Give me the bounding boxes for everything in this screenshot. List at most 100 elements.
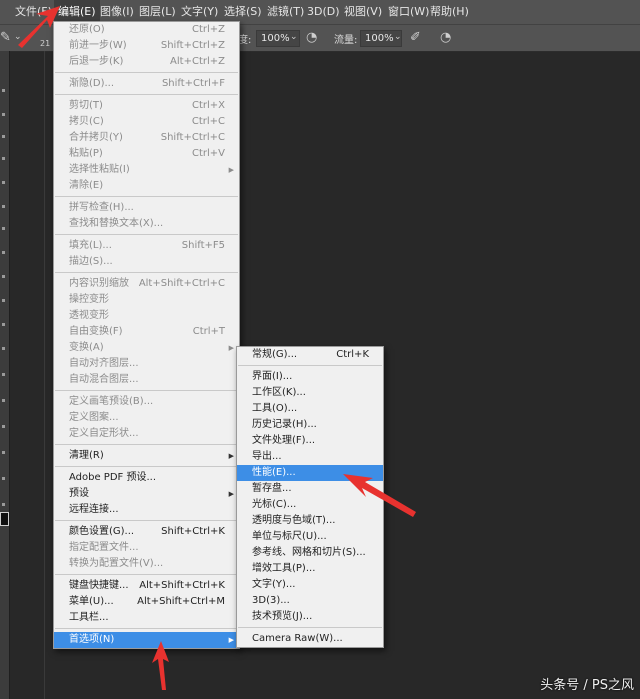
- preferences-menu-item[interactable]: 工作区(K)...: [237, 385, 383, 401]
- airbrush-icon[interactable]: ✐: [410, 30, 421, 45]
- tool-icon[interactable]: [2, 425, 5, 428]
- edit-menu-item: 变换(A) ▶: [54, 340, 239, 356]
- brush-tool-icon[interactable]: ✎: [0, 30, 11, 45]
- edit-menu-item[interactable]: 预设 ▶: [54, 486, 239, 502]
- tool-icon[interactable]: [2, 227, 5, 230]
- preferences-menu-item[interactable]: 常规(G)... Ctrl+K: [237, 347, 383, 363]
- menu-item-shortcut: Alt+Ctrl+Z: [170, 56, 225, 67]
- menu-filter[interactable]: 滤镜(T): [263, 0, 308, 24]
- tool-icon[interactable]: [2, 181, 5, 184]
- edit-menu-item[interactable]: 首选项(N) ▶: [54, 632, 239, 648]
- tool-icon[interactable]: [2, 205, 5, 208]
- menu-item-shortcut: Ctrl+V: [191, 148, 225, 159]
- foreground-color-swatch[interactable]: [0, 512, 9, 526]
- menu-item-label: 前进一步(W): [69, 40, 127, 51]
- edit-menu-item[interactable]: 键盘快捷键... Alt+Shift+Ctrl+K: [54, 578, 239, 594]
- tool-icon[interactable]: [2, 323, 5, 326]
- preferences-menu-item[interactable]: 3D(3)...: [237, 593, 383, 609]
- menu-separator: [55, 72, 238, 73]
- preferences-menu-item[interactable]: 文字(Y)...: [237, 577, 383, 593]
- pressure-opacity-icon[interactable]: ◔: [306, 30, 317, 45]
- tool-icon[interactable]: [2, 275, 5, 278]
- preferences-menu-item[interactable]: 工具(O)...: [237, 401, 383, 417]
- preferences-menu-item[interactable]: 光标(C)...: [237, 497, 383, 513]
- menu-separator: [55, 444, 238, 445]
- menu-file[interactable]: 文件(F): [11, 0, 56, 24]
- edit-menu-item[interactable]: 菜单(U)... Alt+Shift+Ctrl+M: [54, 594, 239, 610]
- preferences-menu-item[interactable]: 界面(I)...: [237, 369, 383, 385]
- edit-menu-item[interactable]: 工具栏...: [54, 610, 239, 626]
- opacity-dropdown-icon[interactable]: ⌄: [290, 30, 298, 45]
- preferences-menu-item[interactable]: 单位与标尺(U)...: [237, 529, 383, 545]
- preferences-menu-item[interactable]: 文件处理(F)...: [237, 433, 383, 449]
- menu-item-label: 操控变形: [69, 294, 109, 305]
- menu-item-shortcut: Shift+Ctrl+K: [161, 526, 225, 537]
- preferences-menu-item[interactable]: 增效工具(P)...: [237, 561, 383, 577]
- opacity-label: 度:: [238, 35, 252, 46]
- preferences-menu-item[interactable]: 暂存盘...: [237, 481, 383, 497]
- pressure-size-icon[interactable]: ◔: [440, 30, 451, 45]
- edit-menu-dropdown: 还原(O) Ctrl+Z 前进一步(W) Shift+Ctrl+Z 后退一步(K) Alt…: [53, 21, 240, 649]
- menu-item-label: 工作区(K)...: [252, 387, 306, 398]
- tool-icon[interactable]: [2, 251, 5, 254]
- menu-separator: [55, 628, 238, 629]
- menu-item-shortcut: Ctrl+K: [336, 349, 369, 360]
- menu-item-label: 渐隐(D)...: [69, 78, 115, 89]
- menu-item-label: 转换为配置文件(V)...: [69, 558, 164, 569]
- menu-item-label: 性能(E)...: [252, 467, 296, 478]
- tool-icon[interactable]: [2, 135, 5, 138]
- menu-item-label: 3D(3)...: [252, 595, 290, 606]
- menu-item-label: 菜单(U)...: [69, 596, 114, 607]
- edit-menu-item[interactable]: 远程连接...: [54, 502, 239, 518]
- menu-item-label: 还原(O): [69, 24, 105, 35]
- preferences-menu-item[interactable]: 技术预览(J)...: [237, 609, 383, 625]
- tool-icon[interactable]: [2, 347, 5, 350]
- menu-item-label: 描边(S)...: [69, 256, 113, 267]
- menu-separator: [55, 94, 238, 95]
- tool-icon[interactable]: [2, 477, 5, 480]
- menu-item-label: 清除(E): [69, 180, 104, 191]
- menu-item-shortcut: Ctrl+T: [192, 326, 225, 337]
- tool-icon[interactable]: [2, 89, 5, 92]
- edit-menu-item[interactable]: 颜色设置(G)... Shift+Ctrl+K: [54, 524, 239, 540]
- menu-item-label: 定义画笔预设(B)...: [69, 396, 154, 407]
- menu-item-label: 文字(Y)...: [252, 579, 296, 590]
- menu-item-label: 剪切(T): [69, 100, 103, 111]
- edit-menu-item: 合并拷贝(Y) Shift+Ctrl+C: [54, 130, 239, 146]
- menu-view[interactable]: 视图(V): [340, 0, 386, 24]
- menu-item-label: Adobe PDF 预设...: [69, 472, 157, 483]
- menu-3d[interactable]: 3D(D): [303, 0, 344, 24]
- flow-dropdown-icon[interactable]: ⌄: [394, 30, 402, 45]
- menu-item-label: 界面(I)...: [252, 371, 293, 382]
- edit-menu-item: 内容识别缩放 Alt+Shift+Ctrl+C: [54, 276, 239, 292]
- edit-menu-item[interactable]: Adobe PDF 预设...: [54, 470, 239, 486]
- menu-separator: [55, 466, 238, 467]
- menu-item-label: 自动对齐图层...: [69, 358, 139, 369]
- tool-icon[interactable]: [2, 373, 5, 376]
- tool-icon[interactable]: [2, 299, 5, 302]
- edit-menu-item: 定义自定形状...: [54, 426, 239, 442]
- edit-menu-item[interactable]: 清理(R) ▶: [54, 448, 239, 464]
- edit-menu-item: 拷贝(C) Ctrl+C: [54, 114, 239, 130]
- menu-item-label: 变换(A): [69, 342, 104, 353]
- chevron-down-icon[interactable]: ⌄: [14, 30, 22, 45]
- edit-menu-item: 自动混合图层...: [54, 372, 239, 388]
- preferences-menu-item[interactable]: Camera Raw(W)...: [237, 631, 383, 647]
- tool-icon[interactable]: [2, 157, 5, 160]
- menu-item-label: Camera Raw(W)...: [252, 633, 343, 644]
- edit-menu-item: 选择性粘贴(I) ▶: [54, 162, 239, 178]
- menu-item-label: 合并拷贝(Y): [69, 132, 123, 143]
- preferences-menu-item[interactable]: 历史记录(H)...: [237, 417, 383, 433]
- tool-icon[interactable]: [2, 113, 5, 116]
- preferences-menu-item[interactable]: 参考线、网格和切片(S)...: [237, 545, 383, 561]
- edit-menu-item: 操控变形: [54, 292, 239, 308]
- menu-help[interactable]: 帮助(H): [426, 0, 473, 24]
- tool-icon[interactable]: [2, 451, 5, 454]
- preferences-menu-item[interactable]: 透明度与色域(T)...: [237, 513, 383, 529]
- menu-item-label: 选择性粘贴(I): [69, 164, 130, 175]
- preferences-menu-item[interactable]: 导出...: [237, 449, 383, 465]
- edit-menu-item: 填充(L)... Shift+F5: [54, 238, 239, 254]
- tool-icon[interactable]: [2, 503, 5, 506]
- preferences-menu-item[interactable]: 性能(E)...: [237, 465, 383, 481]
- tool-icon[interactable]: [2, 399, 5, 402]
